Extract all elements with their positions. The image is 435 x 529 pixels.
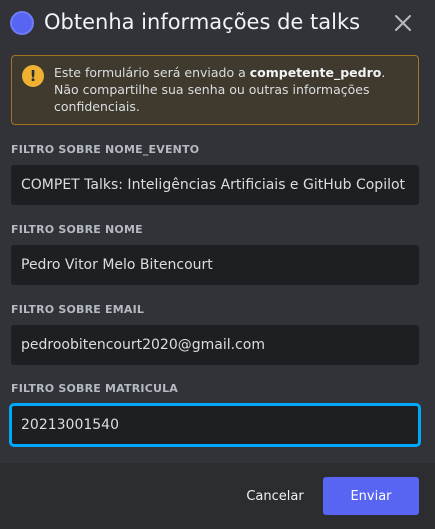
field-label-email: FILTRO SOBRE EMAIL (11, 303, 145, 316)
matricula-input[interactable] (9, 403, 421, 447)
warning-icon: ! (22, 65, 44, 87)
field-label-matricula: FILTRO SOBRE MATRICULA (11, 382, 179, 395)
field-label-nome-evento: FILTRO SOBRE NOME_EVENTO (11, 143, 200, 156)
warning-banner: ! Este formulário será enviado a compete… (11, 55, 419, 125)
cancel-button[interactable]: Cancelar (232, 477, 318, 515)
modal-header: Obtenha informações de talks (0, 0, 435, 46)
warning-text: Este formulário será enviado a competent… (54, 64, 410, 115)
modal-dialog: Obtenha informações de talks ! Este form… (0, 0, 435, 529)
email-input[interactable] (11, 325, 419, 365)
close-icon (395, 15, 411, 31)
nome-input[interactable] (11, 245, 419, 285)
app-avatar-icon (10, 11, 34, 35)
modal-footer: Cancelar Enviar (0, 463, 435, 529)
close-button[interactable] (391, 11, 415, 35)
warning-recipient: competente_pedro (249, 65, 382, 80)
submit-button[interactable]: Enviar (323, 477, 419, 515)
field-label-nome: FILTRO SOBRE NOME (11, 223, 143, 236)
warning-text-before: Este formulário será enviado a (54, 65, 250, 80)
nome-evento-input[interactable] (11, 165, 419, 205)
modal-title: Obtenha informações de talks (44, 10, 361, 34)
